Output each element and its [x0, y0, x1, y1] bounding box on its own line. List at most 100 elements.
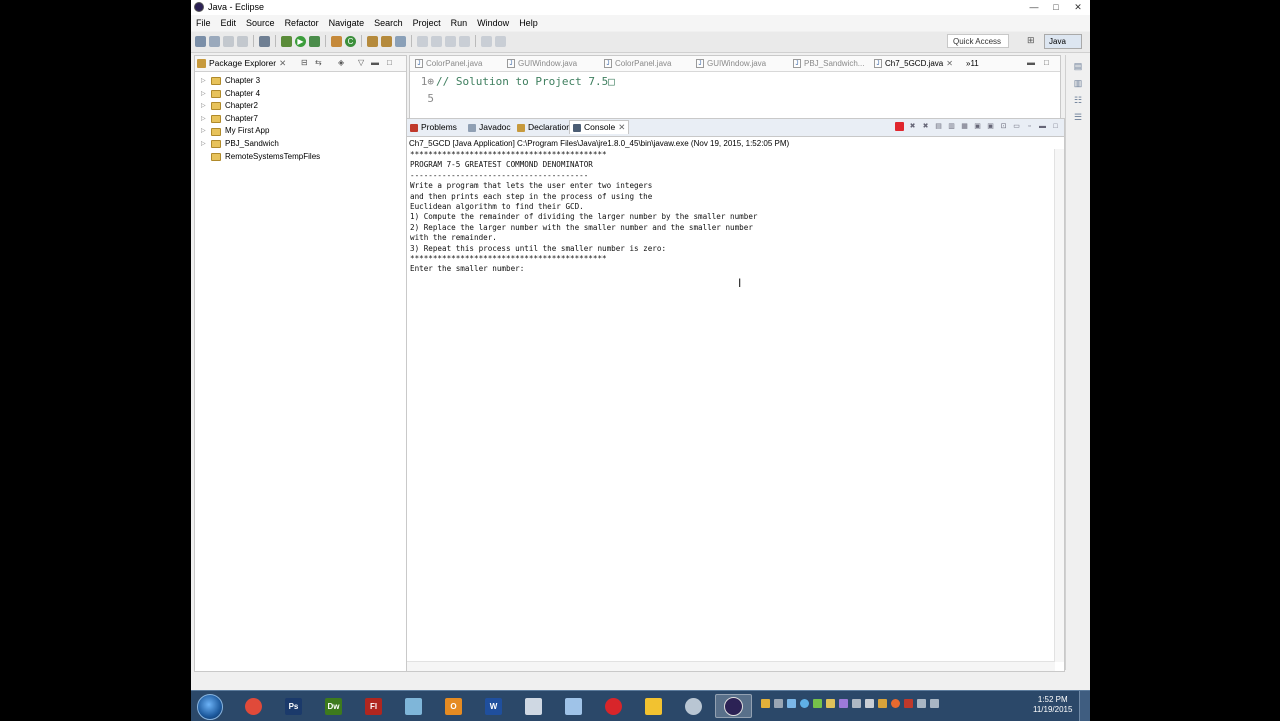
- open-task-icon[interactable]: [381, 35, 392, 47]
- volume-icon[interactable]: [930, 699, 939, 708]
- editor-tab[interactable]: J PBJ_Sandwich...: [793, 57, 864, 70]
- package-explorer-tab[interactable]: Package Explorer ✕: [197, 57, 286, 70]
- expand-arrow-icon[interactable]: ▷: [195, 75, 211, 88]
- display-console-icon[interactable]: ▭: [1012, 122, 1021, 131]
- maximize-view-icon[interactable]: □: [387, 58, 392, 67]
- collapse-all-icon[interactable]: ⊟: [301, 58, 308, 67]
- menu-source[interactable]: Source: [241, 18, 280, 28]
- taskbar-app-button[interactable]: [235, 694, 272, 718]
- toggle-mark-icon[interactable]: [259, 35, 270, 47]
- show-on-output-icon[interactable]: ▣: [973, 122, 982, 131]
- annotation-next-icon[interactable]: [417, 35, 428, 47]
- annotation-prev-icon[interactable]: [431, 35, 442, 47]
- menu-edit[interactable]: Edit: [216, 18, 242, 28]
- last-edit-icon[interactable]: [445, 35, 456, 47]
- tray-icon[interactable]: [891, 699, 900, 708]
- terminate-icon[interactable]: [895, 122, 904, 131]
- java-perspective-button[interactable]: Java: [1044, 34, 1082, 49]
- editor-overflow-button[interactable]: »11: [966, 57, 979, 70]
- maximize-console-icon[interactable]: □: [1051, 122, 1060, 131]
- tray-icon[interactable]: [865, 699, 874, 708]
- tree-item[interactable]: ▷ Chapter7: [195, 113, 406, 126]
- tray-icon[interactable]: [813, 699, 822, 708]
- taskbar-app-button[interactable]: [515, 694, 552, 718]
- editor-tab[interactable]: J GUIWindow.java: [507, 57, 577, 70]
- members-icon[interactable]: ☰: [1073, 112, 1084, 123]
- taskbar-app-button[interactable]: W: [475, 694, 512, 718]
- maximize-button[interactable]: □: [1046, 1, 1066, 13]
- tray-icon[interactable]: [878, 699, 887, 708]
- console-output[interactable]: ****************************************…: [410, 150, 757, 275]
- new-icon[interactable]: [195, 35, 206, 47]
- remove-launch-icon[interactable]: ✖: [908, 122, 917, 131]
- menu-window[interactable]: Window: [472, 18, 514, 28]
- forward-icon[interactable]: [495, 35, 506, 47]
- minimize-view-icon[interactable]: ▬: [371, 58, 379, 67]
- search-tool-icon[interactable]: [395, 35, 406, 47]
- scroll-lock-icon[interactable]: ▥: [947, 122, 956, 131]
- taskbar-app-button[interactable]: O: [435, 694, 472, 718]
- menu-run[interactable]: Run: [446, 18, 473, 28]
- minimize-button[interactable]: —: [1024, 1, 1044, 13]
- tab-javadoc[interactable]: Javadoc: [468, 121, 511, 134]
- console-horizontal-scrollbar[interactable]: [407, 661, 1055, 671]
- tray-icon[interactable]: [787, 699, 796, 708]
- expand-arrow-icon[interactable]: ▷: [195, 125, 211, 138]
- taskbar-app-button[interactable]: [395, 694, 432, 718]
- menu-refactor[interactable]: Refactor: [280, 18, 324, 28]
- menu-project[interactable]: Project: [408, 18, 446, 28]
- taskbar-app-button[interactable]: Dw: [315, 694, 352, 718]
- tree-item[interactable]: ▷ Chapter2: [195, 100, 406, 113]
- tree-item[interactable]: RemoteSystemsTempFiles: [195, 151, 406, 164]
- task-list-icon[interactable]: ▤: [1073, 61, 1084, 72]
- quick-access-input[interactable]: Quick Access: [947, 34, 1009, 48]
- tab-console[interactable]: Console ✕: [569, 120, 630, 134]
- tray-icon[interactable]: [800, 699, 809, 708]
- editor-tab[interactable]: J GUIWindow.java: [696, 57, 766, 70]
- new-java-class-icon[interactable]: C: [345, 35, 356, 47]
- back-icon[interactable]: [481, 35, 492, 47]
- tray-icon[interactable]: [852, 699, 861, 708]
- open-console-icon[interactable]: ▫: [1025, 122, 1034, 131]
- menu-navigate[interactable]: Navigate: [324, 18, 370, 28]
- editor-tab[interactable]: J ColorPanel.java: [604, 57, 671, 70]
- taskbar-app-button[interactable]: [555, 694, 592, 718]
- print-icon[interactable]: [237, 35, 248, 47]
- tree-item[interactable]: ▷ PBJ_Sandwich: [195, 138, 406, 151]
- clear-console-icon[interactable]: ▤: [934, 122, 943, 131]
- minimize-editor-icon[interactable]: ▬: [1027, 58, 1035, 67]
- tray-icon[interactable]: [761, 699, 770, 708]
- expand-arrow-icon[interactable]: ▷: [195, 100, 211, 113]
- start-button[interactable]: [197, 694, 223, 720]
- debug-icon[interactable]: [281, 35, 292, 47]
- show-desktop-button[interactable]: [1079, 691, 1090, 721]
- menu-help[interactable]: Help: [514, 18, 543, 28]
- hierarchy-icon[interactable]: ☷: [1073, 95, 1084, 106]
- save-icon[interactable]: [209, 35, 220, 47]
- expand-arrow-icon[interactable]: ▷: [195, 138, 211, 151]
- open-type-icon[interactable]: [367, 35, 378, 47]
- tray-icon[interactable]: [826, 699, 835, 708]
- taskbar-app-button[interactable]: Fl: [355, 694, 392, 718]
- taskbar-app-button[interactable]: [675, 694, 712, 718]
- pin-icon[interactable]: [459, 35, 470, 47]
- taskbar-app-button-active[interactable]: [715, 694, 752, 718]
- tray-icon[interactable]: [904, 699, 913, 708]
- title-bar[interactable]: Java - Eclipse — □ ✕: [191, 0, 1090, 16]
- coverage-icon[interactable]: [309, 35, 320, 47]
- tray-icon[interactable]: [774, 699, 783, 708]
- view-menu-icon[interactable]: ▽: [358, 58, 364, 67]
- tree-item[interactable]: ▷ Chapter 4: [195, 88, 406, 101]
- taskbar-clock[interactable]: 1:52 PM 11/19/2015: [1033, 695, 1072, 715]
- code-editor[interactable]: 1⊕// Solution to Project 7.5□ 5: [410, 73, 1040, 113]
- run-icon[interactable]: ▶: [295, 35, 306, 47]
- focus-icon[interactable]: ◈: [338, 58, 344, 67]
- menu-search[interactable]: Search: [369, 18, 408, 28]
- expand-arrow-icon[interactable]: ▷: [195, 113, 211, 126]
- editor-tab[interactable]: J ColorPanel.java: [415, 57, 482, 70]
- new-java-package-icon[interactable]: [331, 35, 342, 47]
- taskbar-app-button[interactable]: [595, 694, 632, 718]
- word-wrap-icon[interactable]: ▦: [960, 122, 969, 131]
- expand-arrow-icon[interactable]: ▷: [195, 88, 211, 101]
- show-on-error-icon[interactable]: ▣: [986, 122, 995, 131]
